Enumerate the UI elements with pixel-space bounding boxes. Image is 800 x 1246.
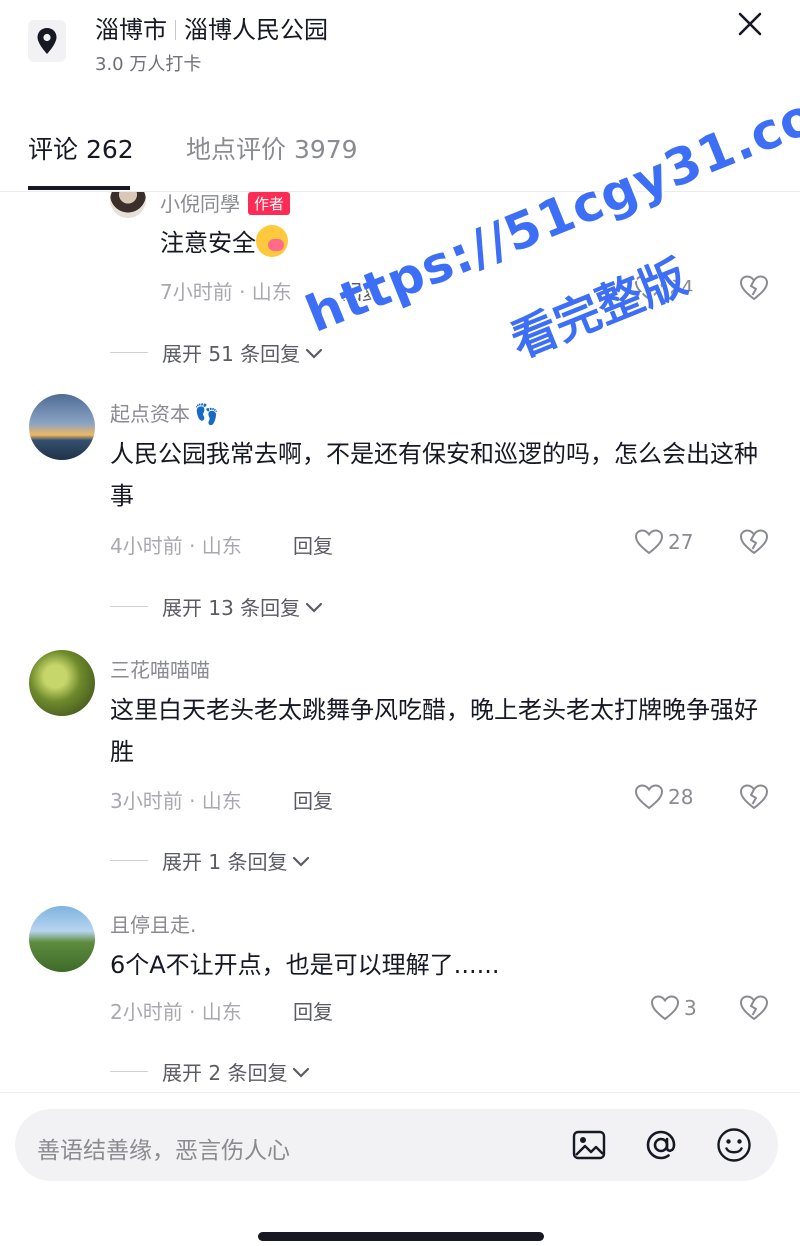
dislike-button[interactable] xyxy=(738,274,770,306)
username: 起点资本 xyxy=(110,402,190,426)
chevron-down-icon xyxy=(306,348,323,359)
location-header: 淄博市 淄博人民公园 3.0 万人打卡 xyxy=(0,0,800,100)
comment-meta: 2小时前 · 山东 xyxy=(110,1000,242,1024)
reply-button[interactable]: 回复 xyxy=(293,530,333,559)
comment-text: 这里白天老头老太跳舞争风吃醋，晚上老头老太打牌晚争强好胜 xyxy=(110,696,758,766)
at-icon xyxy=(646,1130,676,1160)
like-button[interactable]: 27 xyxy=(634,528,693,556)
comment-text: 人民公园我常去啊，不是还有保安和巡逻的吗，怎么会出这种事 xyxy=(110,440,758,510)
avatar[interactable] xyxy=(29,906,95,972)
comment-text: 6个A不让开点，也是可以理解了...... xyxy=(110,951,500,979)
expand-label: 展开 2 条回复 xyxy=(162,1061,288,1085)
like-count: 24 xyxy=(668,276,694,300)
tab-comments[interactable]: 评论 262 xyxy=(28,130,134,166)
comment-input[interactable]: 善语结善缘，恶言伤人心 xyxy=(15,1109,778,1181)
close-icon xyxy=(738,12,762,36)
username: 且停且走. xyxy=(110,913,197,937)
heart-icon xyxy=(634,275,664,301)
home-indicator[interactable] xyxy=(258,1232,544,1241)
dislike-button[interactable] xyxy=(738,783,770,815)
location-title[interactable]: 淄博市 淄博人民公园 xyxy=(95,10,328,45)
comment-user[interactable]: 且停且走. xyxy=(110,909,196,938)
like-count: 28 xyxy=(668,785,694,809)
expand-replies-button[interactable]: 展开 1 条回复 xyxy=(110,846,311,875)
comment-meta: 3小时前 · 山东 xyxy=(110,789,242,813)
comment-list[interactable]: 小倪同學 作者 注意安全 7小时前 · 山东 回复 24 展开 51 条回复 起点… xyxy=(0,192,800,1092)
mention-button[interactable] xyxy=(641,1125,681,1165)
chevron-down-icon xyxy=(306,602,323,613)
close-button[interactable] xyxy=(734,8,766,40)
divider xyxy=(110,352,148,353)
username: 小倪同學 xyxy=(160,192,240,216)
chevron-down-icon xyxy=(293,856,310,867)
like-count: 27 xyxy=(668,530,694,554)
divider xyxy=(110,606,148,607)
avatar[interactable] xyxy=(29,394,95,460)
divider xyxy=(110,860,148,861)
expand-label: 展开 13 条回复 xyxy=(162,596,301,620)
comment-meta: 4小时前 · 山东 xyxy=(110,534,242,558)
comment-text: 注意安全 xyxy=(160,222,800,264)
like-button[interactable]: 24 xyxy=(634,274,693,302)
broken-heart-icon xyxy=(740,529,768,554)
comment-user[interactable]: 起点资本 👣 xyxy=(110,398,219,427)
image-icon xyxy=(572,1130,606,1160)
emoji-button[interactable] xyxy=(714,1125,754,1165)
expand-label: 展开 1 条回复 xyxy=(162,850,288,874)
expand-replies-button[interactable]: 展开 13 条回复 xyxy=(110,592,324,621)
comment-body: 注意安全 xyxy=(160,229,256,257)
comment-input-placeholder: 善语结善缘，恶言伤人心 xyxy=(37,1138,290,1164)
reply-button[interactable]: 回复 xyxy=(342,276,382,305)
divider xyxy=(110,1071,148,1072)
expand-replies-button[interactable]: 展开 51 条回复 xyxy=(110,338,324,367)
like-count: 3 xyxy=(684,996,697,1020)
author-badge: 作者 xyxy=(248,192,291,215)
image-button[interactable] xyxy=(569,1125,609,1165)
expand-label: 展开 51 条回复 xyxy=(162,342,301,366)
emoji-icon xyxy=(717,1128,751,1162)
checkin-count: 3.0 万人打卡 xyxy=(95,54,202,75)
hugging-face-emoji xyxy=(256,225,288,257)
dislike-button[interactable] xyxy=(738,994,770,1026)
comment-user[interactable]: 三花喵喵喵 xyxy=(110,654,210,683)
comment-meta: 7小时前 · 山东 xyxy=(160,280,292,304)
broken-heart-icon xyxy=(740,275,768,300)
like-button[interactable]: 28 xyxy=(634,783,693,811)
broken-heart-icon xyxy=(740,784,768,809)
username: 三花喵喵喵 xyxy=(110,658,210,682)
comment-user[interactable]: 小倪同學 作者 xyxy=(160,192,291,217)
reply-button[interactable]: 回复 xyxy=(293,785,333,814)
like-button[interactable]: 3 xyxy=(650,994,697,1022)
title-divider xyxy=(175,20,176,40)
heart-icon xyxy=(634,784,664,810)
place-name: 淄博人民公园 xyxy=(184,16,328,44)
active-tab-indicator xyxy=(28,186,130,190)
broken-heart-icon xyxy=(740,995,768,1020)
footprints-emoji: 👣 xyxy=(194,402,219,426)
tab-place-reviews[interactable]: 地点评价 3979 xyxy=(186,130,358,166)
dislike-button[interactable] xyxy=(738,528,770,560)
comment-tabs: 评论 262 地点评价 3979 xyxy=(0,118,800,192)
expand-replies-button[interactable]: 展开 2 条回复 xyxy=(110,1057,311,1086)
avatar[interactable] xyxy=(110,192,146,218)
city-name: 淄博市 xyxy=(95,16,167,44)
comment-input-bar: 善语结善缘，恶言伤人心 xyxy=(0,1092,800,1246)
reply-button[interactable]: 回复 xyxy=(293,996,333,1025)
avatar[interactable] xyxy=(29,650,95,716)
heart-icon xyxy=(634,529,664,555)
heart-icon xyxy=(650,995,680,1021)
chevron-down-icon xyxy=(293,1067,310,1078)
location-pin-icon xyxy=(28,20,66,62)
